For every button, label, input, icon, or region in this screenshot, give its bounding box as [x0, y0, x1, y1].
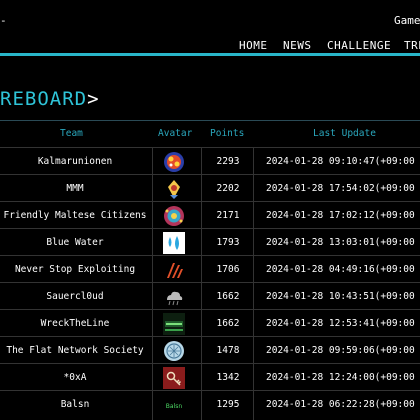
team-name[interactable]: Never Stop Exploiting — [0, 256, 150, 283]
team-name[interactable]: Sauercl0ud — [0, 283, 150, 310]
table-row[interactable]: Balsn Balsn 1295 2024-01-28 06:22:28(+09… — [0, 390, 420, 418]
page-title: REBOARD> — [0, 88, 100, 110]
table-row[interactable]: Sauercl0ud 1662 2024-01-28 10:43:51(+09:… — [0, 282, 420, 310]
last-update: 2024-01-28 06:22:28(+09:00 — [266, 399, 415, 410]
team-name[interactable]: Blue Water — [0, 229, 150, 256]
kalmar-avatar-icon — [164, 152, 184, 172]
last-update: 2024-01-28 12:24:00(+09:00 — [266, 372, 415, 383]
team-name[interactable]: The Flat Network Society — [0, 337, 150, 364]
nav-challenge-link[interactable]: CHALLENGE — [327, 39, 391, 52]
column-header-points[interactable]: Points — [210, 128, 244, 139]
last-update: 2024-01-28 13:03:01(+09:00 — [266, 237, 415, 248]
team-name[interactable]: MMM — [0, 175, 150, 202]
title-divider — [0, 120, 420, 121]
nav-news-link[interactable]: NEWS — [283, 39, 312, 52]
team-points: 1662 — [216, 318, 240, 329]
table-row[interactable]: *0xA 1342 2024-01-28 12:24:00(+09:00 — [0, 363, 420, 391]
team-name[interactable]: WreckTheLine — [0, 310, 150, 337]
wrecktheline-avatar-icon — [163, 313, 185, 335]
balsn-avatar-text: Balsn — [166, 403, 183, 410]
team-points: 1295 — [216, 399, 240, 410]
mmm-avatar-icon — [163, 178, 185, 200]
team-name[interactable]: *0xA — [0, 364, 150, 391]
last-update: 2024-01-28 12:53:41(+09:00 — [266, 318, 415, 329]
team-points: 2293 — [216, 156, 240, 167]
table-row[interactable]: Kalmarunionen 2293 2024-01-28 09:10:47(+… — [0, 147, 420, 175]
last-update: 2024-01-28 17:54:02(+09:00 — [266, 183, 415, 194]
team-points: 1342 — [216, 372, 240, 383]
table-row[interactable]: Blue Water 1793 2024-01-28 13:03:01(+09:… — [0, 228, 420, 256]
last-update: 2024-01-28 09:59:06(+09:00 — [266, 345, 415, 356]
column-header-team[interactable]: Team — [60, 128, 83, 139]
team-points: 1478 — [216, 345, 240, 356]
team-points: 2171 — [216, 210, 240, 221]
team-points: 2202 — [216, 183, 240, 194]
table-row[interactable]: Friendly Maltese Citizens 2171 2024-01-2… — [0, 201, 420, 229]
fmc-avatar-icon — [164, 206, 184, 226]
last-update: 2024-01-28 09:10:47(+09:00 — [266, 156, 415, 167]
top-navigation-bar: - Game HOME NEWS CHALLENGE TRE — [0, 0, 420, 56]
team-points: 1662 — [216, 291, 240, 302]
column-header-last-update[interactable]: Last Update — [313, 128, 376, 139]
last-update: 2024-01-28 04:49:16(+09:00 — [266, 264, 415, 275]
table-row[interactable]: The Flat Network Society 1478 2024-01-28… — [0, 336, 420, 364]
table-row[interactable]: Never Stop Exploiting 1706 2024-01-28 04… — [0, 255, 420, 283]
nav-home-link[interactable]: HOME — [239, 39, 268, 52]
column-header-avatar: Avatar — [158, 128, 193, 139]
sauercloud-avatar-icon — [163, 286, 185, 308]
team-name[interactable]: Balsn — [0, 391, 150, 418]
team-name[interactable]: Friendly Maltese Citizens — [0, 202, 150, 229]
last-update: 2024-01-28 17:02:12(+09:00 — [266, 210, 415, 221]
team-points: 1706 — [216, 264, 240, 275]
team-name[interactable]: Kalmarunionen — [0, 148, 150, 175]
last-update: 2024-01-28 10:43:51(+09:00 — [266, 291, 415, 302]
main-nav: HOME NEWS CHALLENGE TRE — [0, 39, 420, 53]
site-title[interactable]: Game — [394, 14, 420, 27]
balsn-avatar-icon: Balsn — [163, 394, 185, 416]
page-title-text: REBOARD — [0, 88, 88, 110]
nav-scoreboard-link[interactable]: TRE — [404, 39, 420, 52]
0xa-avatar-icon — [163, 367, 185, 389]
header-accent-bar — [0, 53, 420, 56]
table-row[interactable]: WreckTheLine 1662 2024-01-28 12:53:41(+0… — [0, 309, 420, 337]
table-row[interactable]: MMM 2202 2024-01-28 17:54:02(+09:00 — [0, 174, 420, 202]
site-brand-fragment[interactable]: - — [0, 14, 7, 27]
nse-avatar-icon — [163, 259, 185, 281]
page-title-caret: > — [87, 88, 100, 110]
team-points: 1793 — [216, 237, 240, 248]
blue-water-avatar-icon — [163, 232, 185, 254]
flat-network-avatar-icon — [164, 341, 184, 361]
